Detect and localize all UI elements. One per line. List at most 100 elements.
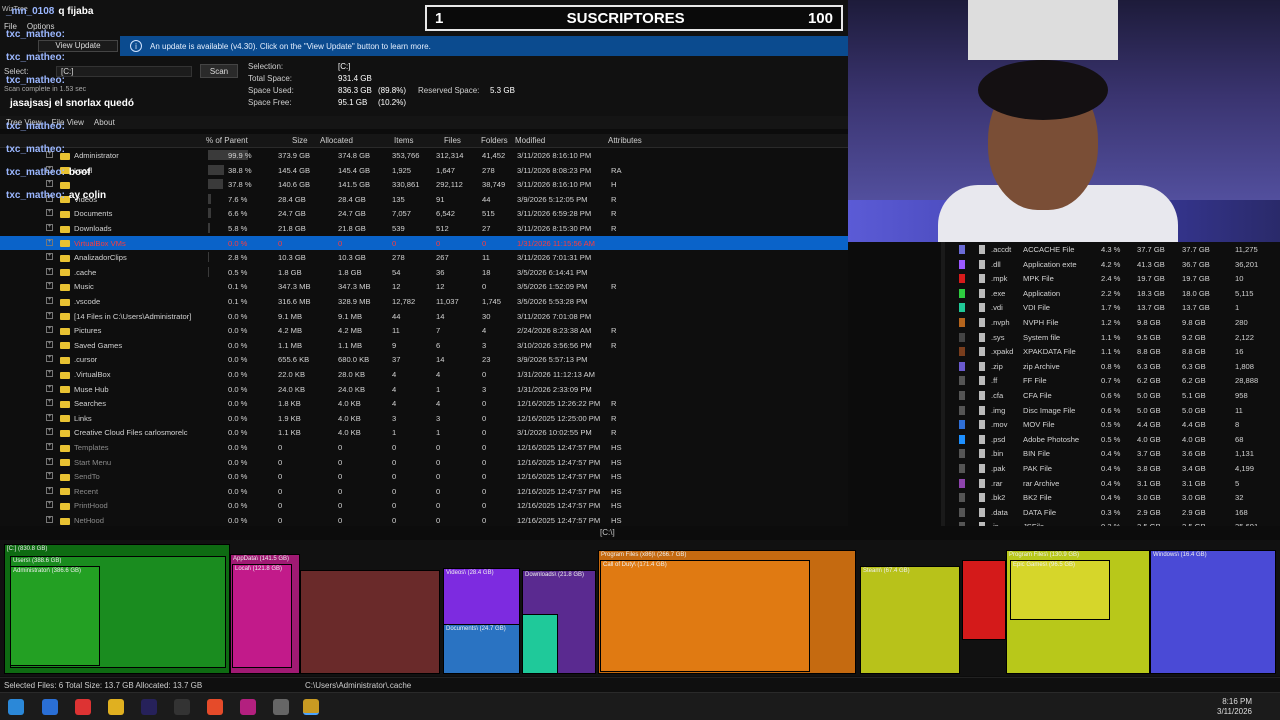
extension-row[interactable]: .img Disc Image File 0.6 % 5.0 GB 5.0 GB 11: [945, 403, 1280, 418]
expand-icon[interactable]: +: [46, 311, 53, 319]
chrome-icon[interactable]: [75, 699, 91, 715]
treemap-block[interactable]: Administrator\ (386.6 GB): [10, 566, 100, 666]
tree-row[interactable]: + VirtualBox VMs 0.0 % 0 0 0 0 0 1/31/2026 11:15…: [0, 235, 848, 251]
expand-icon[interactable]: +: [46, 282, 53, 290]
extension-row[interactable]: .pak PAK File 0.4 % 3.8 GB 3.4 GB 4,199: [945, 461, 1280, 476]
cell-files: 0: [436, 443, 441, 452]
expand-icon[interactable]: +: [46, 297, 53, 304]
col-items[interactable]: Items: [394, 136, 414, 145]
tree-row[interactable]: + Searches 0.0 % 1.8 KB 4.0 KB 4 4 0 12/16/2025 …: [0, 396, 848, 411]
tree-row[interactable]: + .VirtualBox 0.0 % 22.0 KB 28.0 KB 4 4 0 1/31/2…: [0, 367, 848, 382]
tree-row[interactable]: + .cache 0.5 % 1.8 GB 1.8 GB 54 36 18 3/5/2026 6…: [0, 265, 848, 280]
file-explorer-icon[interactable]: [42, 699, 58, 715]
expand-icon[interactable]: +: [46, 457, 53, 465]
extension-row[interactable]: .bin BIN File 0.4 % 3.7 GB 3.6 GB 1,131: [945, 446, 1280, 461]
expand-icon[interactable]: +: [46, 355, 53, 363]
extension-row[interactable]: .rar rar Archive 0.4 % 3.1 GB 3.1 GB 5: [945, 476, 1280, 491]
chat-text: q fijaba: [58, 6, 94, 17]
tree-row[interactable]: + Start Menu 0.0 % 0 0 0 0 0 12/16/2025 12:47:57…: [0, 455, 848, 470]
treemap-block[interactable]: Call of Duty\ (171.4 GB): [600, 560, 810, 672]
tree-row[interactable]: + SendTo 0.0 % 0 0 0 0 0 12/16/2025 12:47:57 PM H…: [0, 469, 848, 484]
extension-row[interactable]: .zip zip Archive 0.8 % 6.3 GB 6.3 GB 1,808: [945, 359, 1280, 374]
start-icon[interactable]: [8, 699, 24, 715]
treemap-block[interactable]: [962, 560, 1006, 640]
col-folders[interactable]: Folders: [481, 136, 508, 145]
ext-cell-ext: .bin: [991, 449, 1004, 459]
tree-row[interactable]: + Muse Hub 0.0 % 24.0 KB 24.0 KB 4 1 3 1/31/2026…: [0, 382, 848, 397]
premiere-icon[interactable]: [141, 699, 157, 715]
extension-row[interactable]: .nvph NVPH File 1.2 % 9.8 GB 9.8 GB 280: [945, 315, 1280, 330]
expand-icon[interactable]: +: [46, 443, 53, 450]
ext-cell-alloc: 6.2 GB: [1182, 376, 1206, 386]
col-attributes[interactable]: Attributes: [608, 136, 642, 145]
expand-icon[interactable]: +: [46, 472, 53, 480]
ext-cell-size: 2.9 GB: [1137, 507, 1161, 517]
extension-row[interactable]: .js JSFile 0.3 % 2.5 GB 2.5 GB 35,691: [945, 519, 1280, 526]
col-allocated[interactable]: Allocated: [320, 136, 353, 145]
tree-row[interactable]: + Creative Cloud Files carlosmorelc 0.0 % 1…: [0, 425, 848, 440]
treemap-block[interactable]: Steam\ (67.4 GB): [860, 566, 960, 674]
extension-row[interactable]: .exe Application 2.2 % 18.3 GB 18.0 GB 5,115: [945, 286, 1280, 301]
tree-row[interactable]: + Templates 0.0 % 0 0 0 0 0 12/16/2025 12:47:57 …: [0, 440, 848, 455]
folder-icon: [60, 283, 70, 291]
tree-row[interactable]: + Pictures 0.0 % 4.2 MB 4.2 MB 11 7 4 2/24/2026 …: [0, 323, 848, 338]
extension-row[interactable]: .data DATA File 0.3 % 2.9 GB 2.9 GB 168: [945, 505, 1280, 520]
extension-row[interactable]: .vdi VDI File 1.7 % 13.7 GB 13.7 GB 1: [945, 300, 1280, 315]
folder-icon[interactable]: [108, 699, 124, 715]
tiktok-icon[interactable]: [240, 699, 256, 715]
expand-icon[interactable]: +: [46, 384, 53, 392]
treemap-block[interactable]: Local\ (121.8 GB): [232, 564, 292, 668]
extension-row[interactable]: .mpk MPK File 2.4 % 19.7 GB 19.7 GB 10: [945, 271, 1280, 286]
extension-row[interactable]: .psd Adobe Photoshe 0.5 % 4.0 GB 4.0 GB 68: [945, 432, 1280, 447]
tree-row[interactable]: + PrintHood 0.0 % 0 0 0 0 0 12/16/2025 12:47:57 …: [0, 498, 848, 513]
extension-row[interactable]: .xpakd XPAKDATA File 1.1 % 8.8 GB 8.8 GB 16: [945, 344, 1280, 359]
tree-row[interactable]: + Saved Games 0.0 % 1.1 MB 1.1 MB 9 6 3 3/10/202…: [0, 338, 848, 353]
treemap-block[interactable]: [300, 570, 440, 674]
extension-row[interactable]: .cfa CFA File 0.6 % 5.0 GB 5.1 GB 958: [945, 388, 1280, 403]
system-clock[interactable]: 8:16 PM 3/11/2026: [1217, 697, 1252, 717]
expand-icon[interactable]: +: [46, 253, 53, 261]
tree-row[interactable]: + Music 0.1 % 347.3 MB 347.3 MB 12 12 0 3/5/2026…: [0, 279, 848, 294]
expand-icon[interactable]: +: [46, 399, 53, 407]
wiztree-icon[interactable]: [303, 699, 319, 715]
subscriber-counter: 1 SUSCRIPTORES 100: [425, 5, 843, 31]
expand-icon[interactable]: +: [46, 501, 53, 509]
settings-icon[interactable]: [273, 699, 289, 715]
extension-row[interactable]: .accdt ACCACHE File 4.3 % 37.7 GB 37.7 GB 11,…: [945, 242, 1280, 257]
col-modified[interactable]: Modified: [515, 136, 545, 145]
expand-icon[interactable]: +: [46, 428, 53, 436]
brave-icon[interactable]: [207, 699, 223, 715]
capcut-icon[interactable]: [174, 699, 190, 715]
expand-icon[interactable]: +: [46, 486, 53, 494]
tree-row[interactable]: + AnalizadorClips 2.8 % 10.3 GB 10.3 GB 278 26…: [0, 250, 848, 265]
extension-row[interactable]: .ff FF File 0.7 % 6.2 GB 6.2 GB 28,888: [945, 373, 1280, 388]
tree-row[interactable]: + NetHood 0.0 % 0 0 0 0 0 12/16/2025 12:47:57 PM…: [0, 513, 848, 526]
tree-row[interactable]: + .cursor 0.0 % 655.6 KB 680.0 KB 37 14 23 3/9/2…: [0, 352, 848, 367]
tree-row[interactable]: + Recent 0.0 % 0 0 0 0 0 12/16/2025 12:47:57 PM H…: [0, 484, 848, 499]
extension-row[interactable]: .mov MOV File 0.5 % 4.4 GB 4.4 GB 8: [945, 417, 1280, 432]
cell-mod: 3/11/2026 8:16:10 PM: [517, 151, 592, 160]
expand-icon[interactable]: +: [46, 340, 53, 348]
file-type-icon: [979, 449, 985, 459]
col-files[interactable]: Files: [444, 136, 461, 145]
tree-row[interactable]: + Downloads 5.8 % 21.8 GB 21.8 GB 539 512 27 3/1…: [0, 221, 848, 236]
cell-mod: 1/31/2026 2:33:09 PM: [517, 384, 592, 394]
treemap-block[interactable]: Windows\ (16.4 GB): [1150, 550, 1276, 674]
extension-row[interactable]: .sys System file 1.1 % 9.5 GB 9.2 GB 2,122: [945, 330, 1280, 345]
treemap-block[interactable]: [522, 614, 558, 674]
expand-icon[interactable]: +: [46, 326, 53, 334]
tree-row[interactable]: + .vscode 0.1 % 316.6 MB 328.9 MB 12,782 11,03…: [0, 294, 848, 309]
expand-icon[interactable]: +: [46, 224, 53, 231]
tree-row[interactable]: + Links 0.0 % 1.9 KB 4.0 KB 3 3 0 12/16/2025 12:…: [0, 411, 848, 426]
expand-icon[interactable]: +: [46, 413, 53, 421]
expand-icon[interactable]: +: [46, 516, 53, 523]
extension-row[interactable]: .bk2 BK2 File 0.4 % 3.0 GB 3.0 GB 32: [945, 490, 1280, 505]
expand-icon[interactable]: +: [46, 267, 53, 275]
expand-icon[interactable]: +: [46, 370, 53, 377]
extension-row[interactable]: .dll Application exte 4.2 % 41.3 GB 36.7 GB 3…: [945, 257, 1280, 272]
treemap-block[interactable]: Documents\ (24.7 GB): [443, 624, 520, 674]
tree-row[interactable]: + [14 Files in C:\Users\Administrator] 0.0…: [0, 309, 848, 324]
ext-cell-pct: 0.4 %: [1101, 493, 1121, 503]
treemap-block[interactable]: Epic Games\ (96.5 GB): [1010, 560, 1110, 620]
expand-icon[interactable]: +: [46, 238, 53, 246]
